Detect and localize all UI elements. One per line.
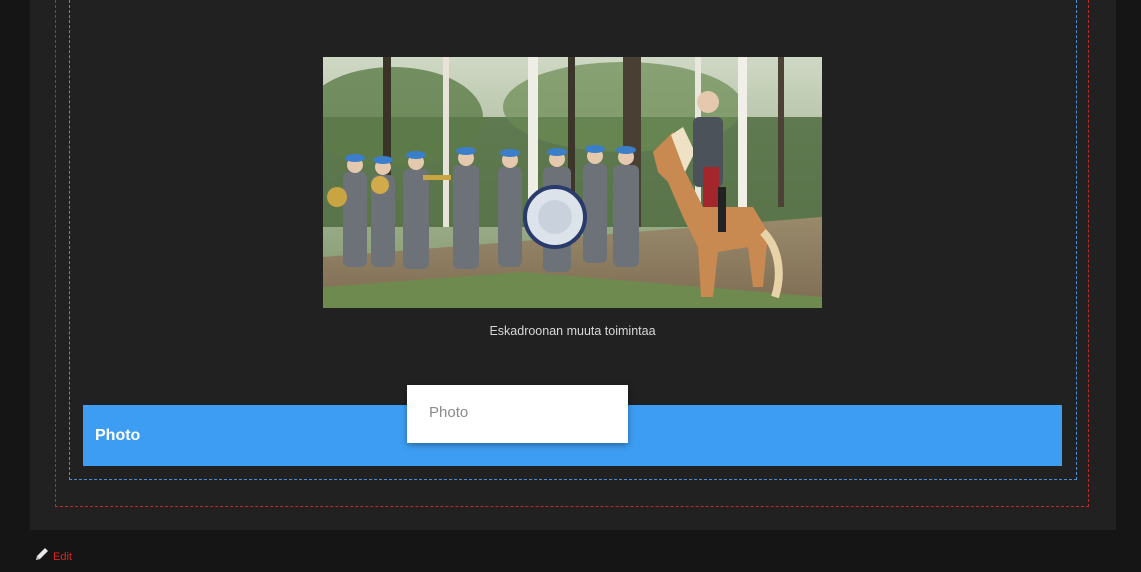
content-photo[interactable] [323,57,822,308]
edit-label: Edit [53,550,72,563]
widget-type-dropdown[interactable]: Photo [407,385,628,443]
dropdown-option-photo[interactable]: Photo [429,404,468,421]
photo-caption: Eskadroonan muuta toimintaa [489,324,656,338]
edit-link[interactable]: Edit [34,546,72,567]
photo-illustration [323,57,822,308]
photo-section-label: Photo [95,427,141,444]
pencil-icon [34,546,50,567]
